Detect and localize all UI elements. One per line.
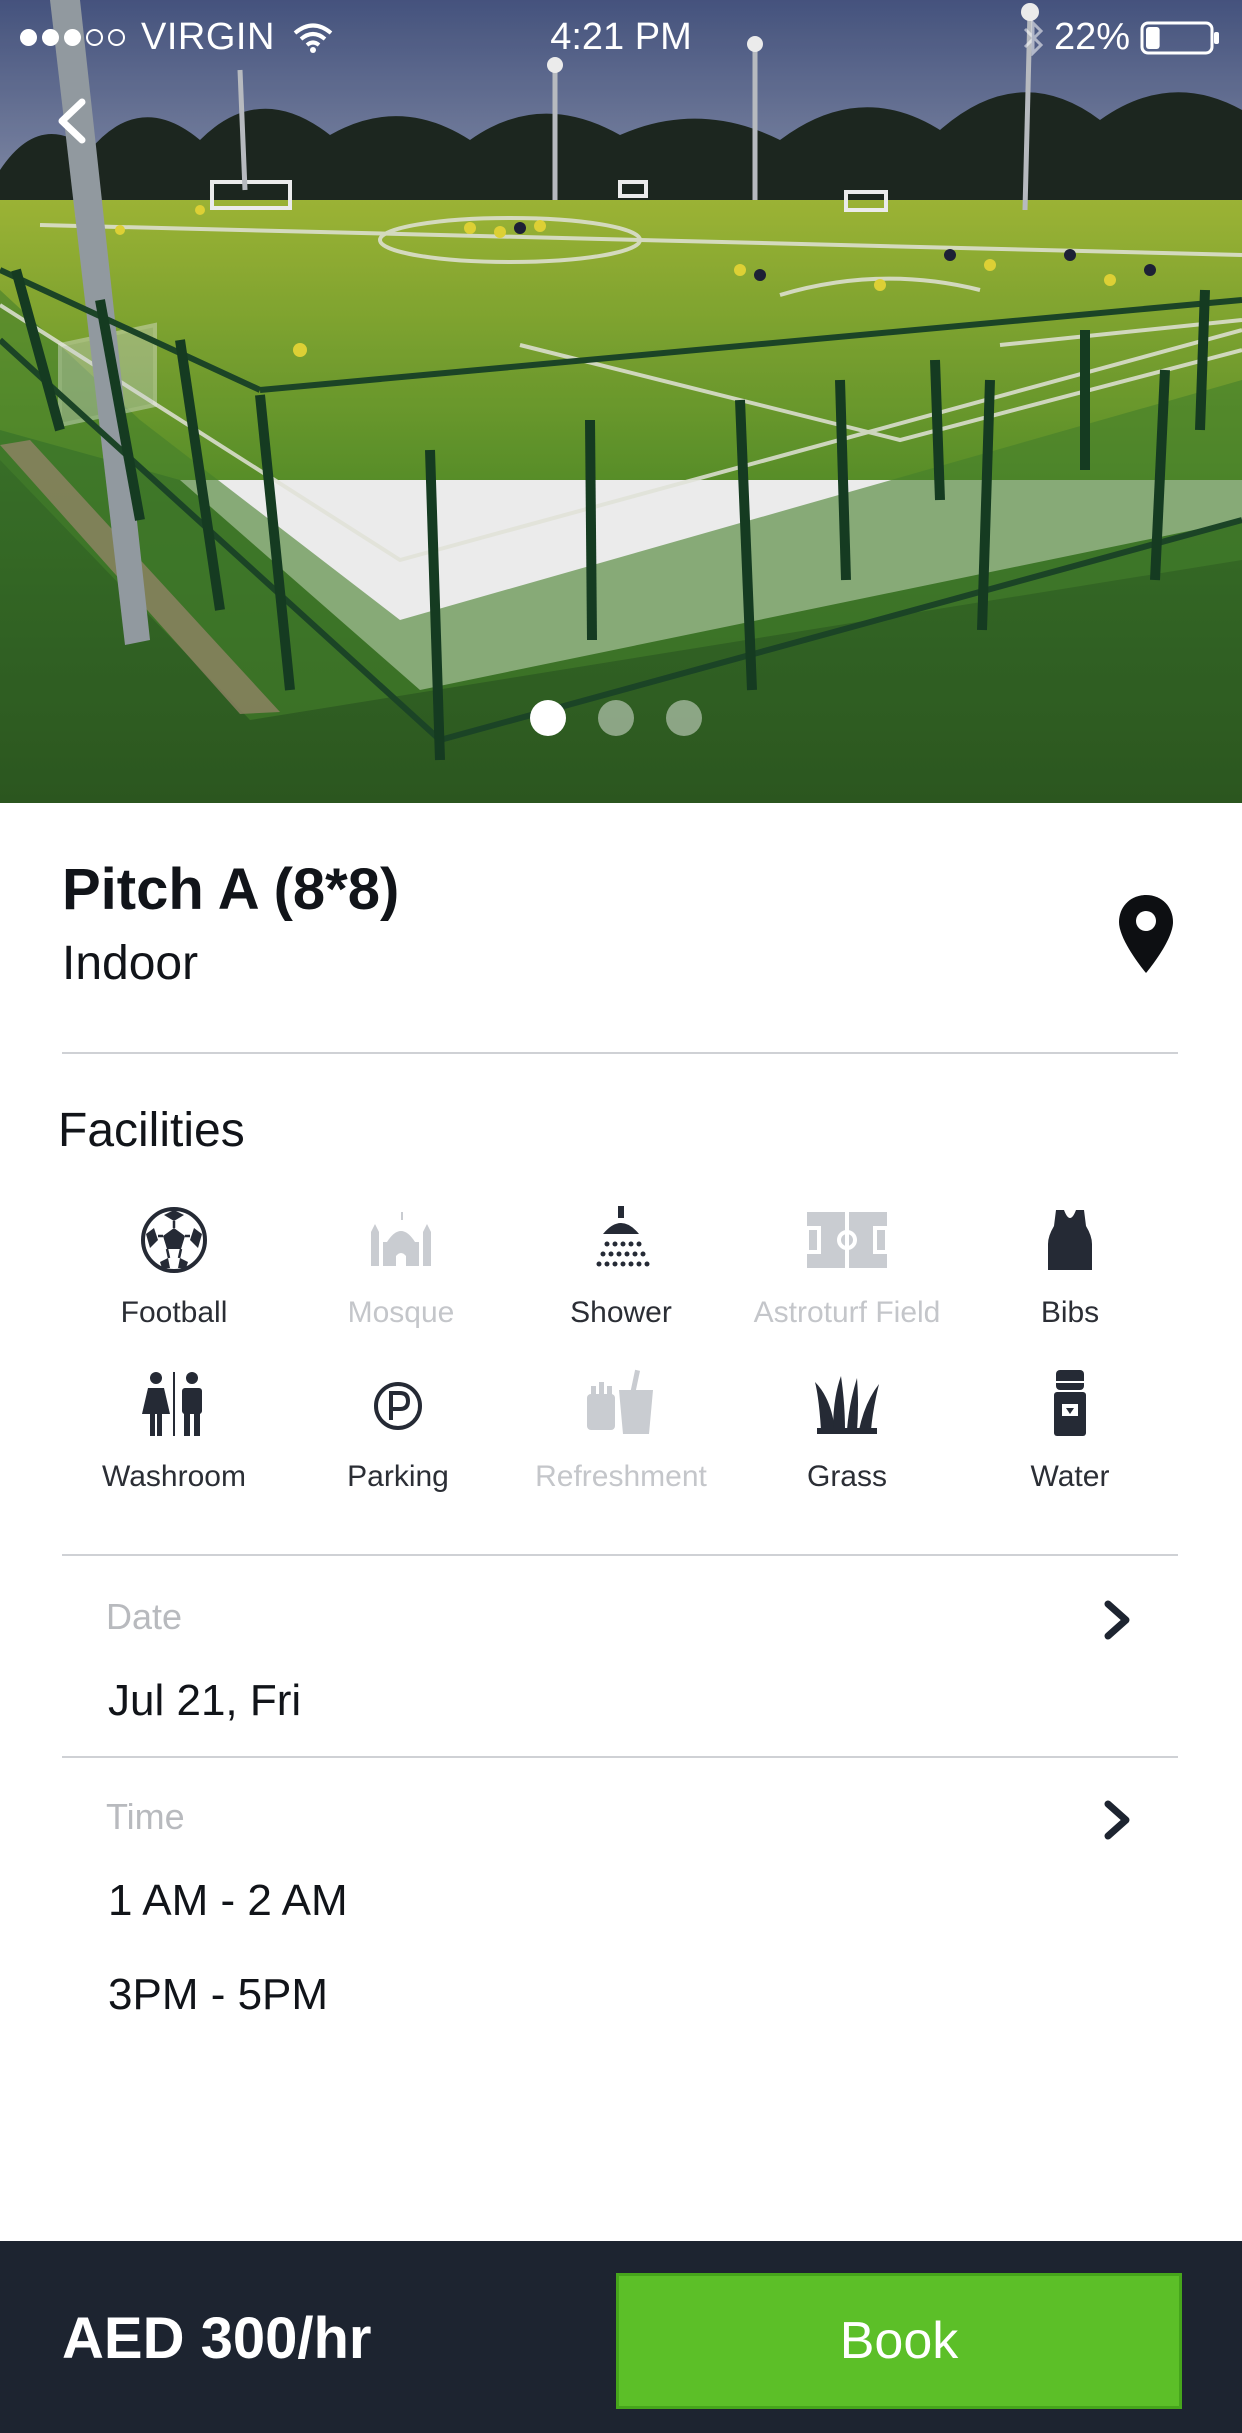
facility-label: Water	[1030, 1460, 1110, 1493]
mosque-icon	[371, 1212, 431, 1266]
facility-label: Washroom	[102, 1460, 246, 1493]
gallery-pagination[interactable]	[530, 700, 702, 736]
pitch-photo	[0, 0, 1242, 803]
chevron-right-icon[interactable]	[1100, 1798, 1134, 1842]
time-label: Time	[106, 1796, 185, 1837]
date-label: Date	[106, 1596, 183, 1637]
facility-bibs: Bibs	[950, 1204, 1190, 1330]
facility-label: Bibs	[1040, 1296, 1100, 1329]
facility-football: Football	[54, 1204, 294, 1330]
grass-icon	[815, 1376, 879, 1434]
washroom-icon	[142, 1372, 202, 1436]
pitch-subtitle: Indoor	[62, 937, 199, 990]
facility-grass: Grass	[727, 1368, 967, 1494]
facility-shower: Shower	[501, 1204, 741, 1330]
bib-icon	[1048, 1210, 1092, 1270]
facility-label: Football	[120, 1296, 228, 1329]
page-dot[interactable]	[598, 700, 634, 736]
bluetooth-icon	[1023, 19, 1044, 56]
facility-label: Mosque	[347, 1296, 455, 1329]
chevron-left-icon[interactable]	[52, 96, 92, 146]
pitch-title: Pitch A (8*8)	[62, 857, 400, 922]
status-bar: VIRGIN 4:21 PM 22%	[0, 0, 1242, 76]
facility-astroturf: Astroturf Field	[727, 1204, 967, 1330]
facility-refreshment: Refreshment	[501, 1368, 741, 1494]
facility-water: Water	[950, 1368, 1190, 1494]
facility-washroom: Washroom	[54, 1368, 294, 1494]
map-pin-icon[interactable]	[1116, 893, 1176, 975]
booking-footer: AED 300/hr Book	[0, 2241, 1242, 2433]
facility-parking: Parking	[278, 1368, 518, 1494]
field-icon	[805, 1212, 889, 1268]
page-dot[interactable]	[666, 700, 702, 736]
battery-icon	[1140, 21, 1219, 54]
facility-label: Parking	[347, 1460, 449, 1493]
date-value: Jul 21, Fri	[108, 1676, 302, 1725]
page-dot[interactable]	[530, 700, 566, 736]
shower-icon	[596, 1206, 650, 1267]
parking-icon	[374, 1382, 422, 1430]
facility-label: Shower	[570, 1296, 672, 1329]
chevron-right-icon[interactable]	[1100, 1598, 1134, 1642]
facility-label: Grass	[806, 1460, 887, 1493]
divider	[62, 1554, 1178, 1556]
divider	[62, 1756, 1178, 1758]
facility-label: Refreshment	[535, 1460, 707, 1493]
facility-mosque: Mosque	[281, 1204, 521, 1330]
facilities-heading: Facilities	[58, 1104, 245, 1157]
water-dispenser-icon	[1054, 1370, 1086, 1436]
football-icon	[141, 1207, 207, 1273]
price-label: AED 300/hr	[62, 2306, 372, 2371]
time-slot: 3PM - 5PM	[108, 1970, 329, 2019]
time-slot: 1 AM - 2 AM	[108, 1876, 348, 1925]
battery-percent: 22%	[1053, 16, 1130, 58]
refreshment-icon	[587, 1369, 653, 1434]
book-button[interactable]: Book	[616, 2273, 1182, 2409]
divider	[62, 1052, 1178, 1054]
hero-gallery[interactable]: VIRGIN 4:21 PM 22%	[0, 0, 1242, 803]
facility-label: Astroturf Field	[753, 1296, 941, 1329]
